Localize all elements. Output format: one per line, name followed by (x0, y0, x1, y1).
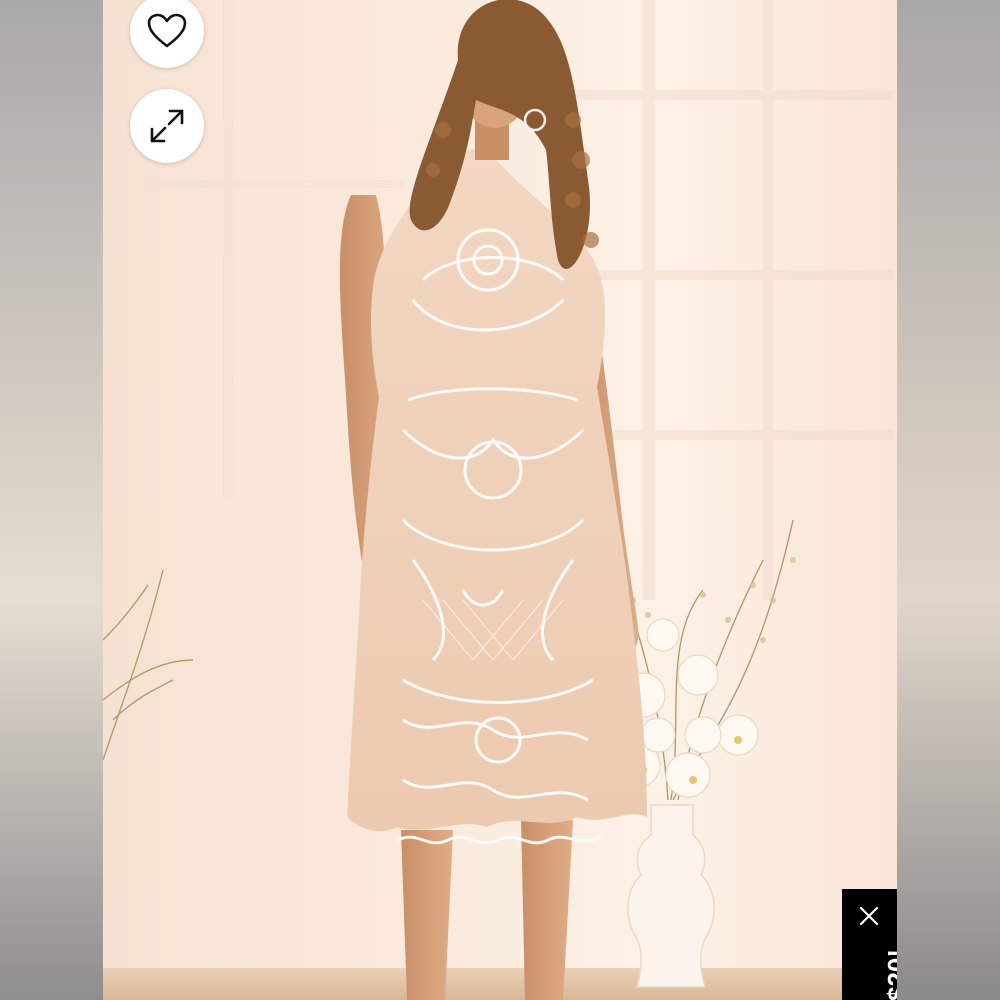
letterbox-right (897, 0, 1000, 1000)
product-photo-illustration (103, 0, 897, 1000)
expand-arrows-icon (150, 109, 184, 143)
vase (627, 804, 715, 988)
promo-banner[interactable] (842, 889, 897, 1000)
left-flowers (103, 569, 194, 761)
heart-outline-icon (147, 13, 187, 48)
close-icon (859, 906, 879, 926)
letterbox-left (0, 0, 103, 1000)
expand-image-button[interactable] (130, 89, 204, 163)
close-promo-button[interactable] (858, 905, 880, 927)
dress (347, 147, 647, 845)
product-photo[interactable] (103, 0, 897, 1000)
